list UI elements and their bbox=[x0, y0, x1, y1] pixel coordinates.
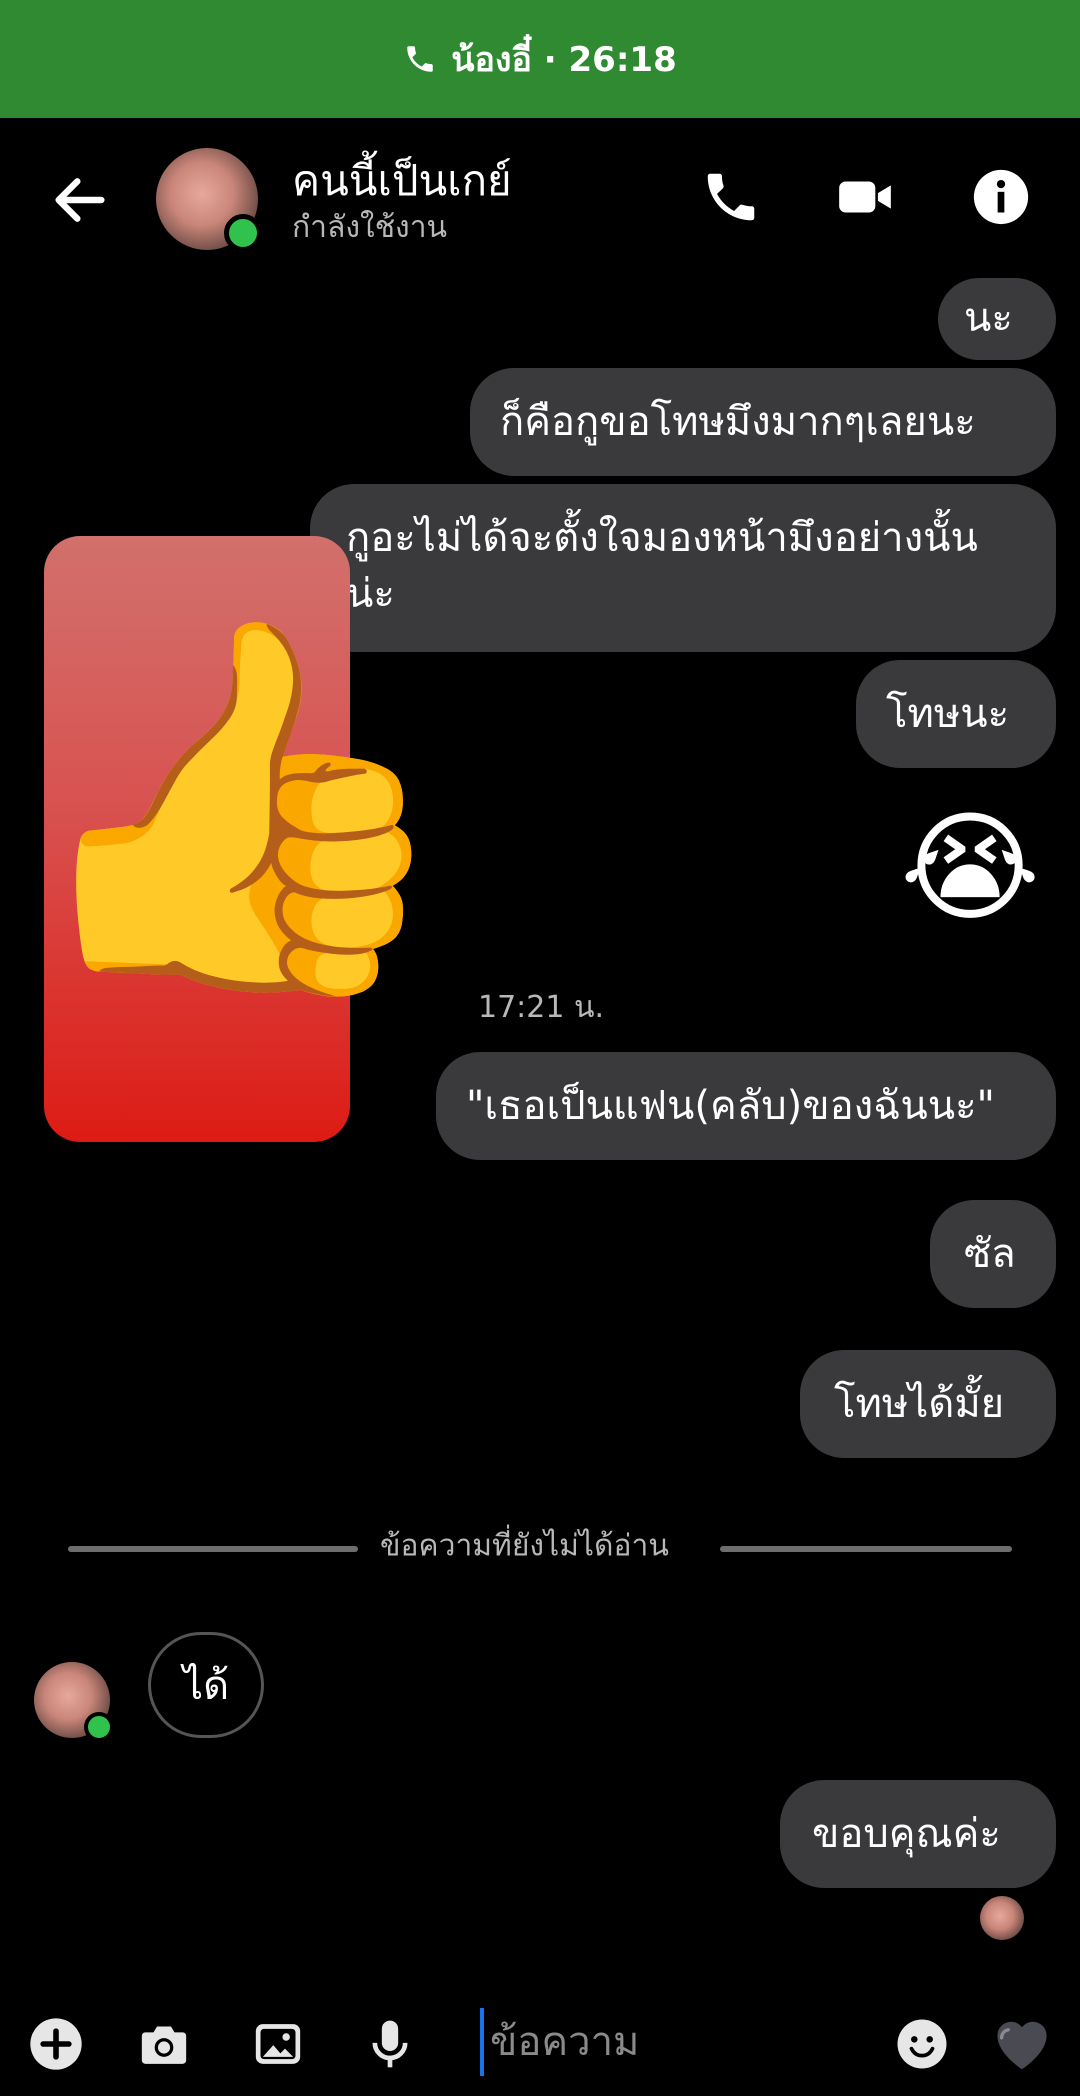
thumbs-up-sticker: 👍 bbox=[14, 536, 462, 1142]
unread-divider-label: ข้อความที่ยังไม่ได้อ่าน bbox=[380, 1528, 669, 1564]
plus-icon[interactable] bbox=[28, 2016, 84, 2072]
message-input[interactable]: ข้อความ bbox=[480, 2008, 880, 2076]
video-icon[interactable] bbox=[834, 166, 896, 228]
back-arrow-icon[interactable] bbox=[48, 168, 112, 232]
message-composer: ข้อความ bbox=[0, 1990, 1080, 2096]
sent-message[interactable]: โทษได้มั้ย bbox=[800, 1350, 1056, 1458]
call-banner-text: น้องอี๋ · 26:18 bbox=[451, 40, 677, 80]
chat-header: คนนี้เป็นเกย์ กำลังใช้งาน bbox=[0, 118, 1080, 278]
image-icon[interactable] bbox=[250, 2016, 306, 2072]
ongoing-call-banner[interactable]: น้องอี๋ · 26:18 bbox=[0, 0, 1080, 118]
emoji-icon[interactable] bbox=[894, 2016, 950, 2072]
phone-icon[interactable] bbox=[700, 166, 762, 228]
divider-line bbox=[720, 1546, 1012, 1552]
message-timestamp: 17:21 น. bbox=[478, 990, 605, 1025]
sent-message[interactable]: ก็คือกูขอโทษมึงมากๆเลยนะ bbox=[470, 368, 1056, 476]
online-indicator bbox=[84, 1712, 114, 1742]
sent-message[interactable]: นะ bbox=[938, 278, 1056, 360]
contact-avatar[interactable] bbox=[34, 1662, 114, 1742]
sent-message[interactable]: โทษนะ bbox=[856, 660, 1056, 768]
phone-icon bbox=[407, 46, 433, 72]
info-icon[interactable] bbox=[970, 166, 1032, 228]
online-indicator bbox=[224, 214, 262, 252]
sent-message[interactable]: "เธอเป็นแฟน(คลับ)ของฉันนะ" bbox=[436, 1052, 1056, 1160]
sent-message[interactable]: ขอบคุณค่ะ bbox=[780, 1780, 1056, 1888]
mic-icon[interactable] bbox=[362, 2016, 418, 2072]
sent-message[interactable]: ซัล bbox=[930, 1200, 1056, 1308]
crying-emoji[interactable]: 😭 bbox=[900, 804, 1040, 934]
received-message[interactable]: ได้ bbox=[148, 1632, 264, 1738]
heart-icon[interactable] bbox=[988, 2012, 1056, 2072]
contact-status: กำลังใช้งาน bbox=[292, 210, 448, 245]
divider-line bbox=[68, 1546, 358, 1552]
seen-avatar bbox=[980, 1896, 1024, 1940]
thumbs-up-icon: 👍 bbox=[14, 596, 463, 1015]
contact-avatar[interactable] bbox=[156, 148, 262, 252]
camera-icon[interactable] bbox=[136, 2016, 192, 2072]
